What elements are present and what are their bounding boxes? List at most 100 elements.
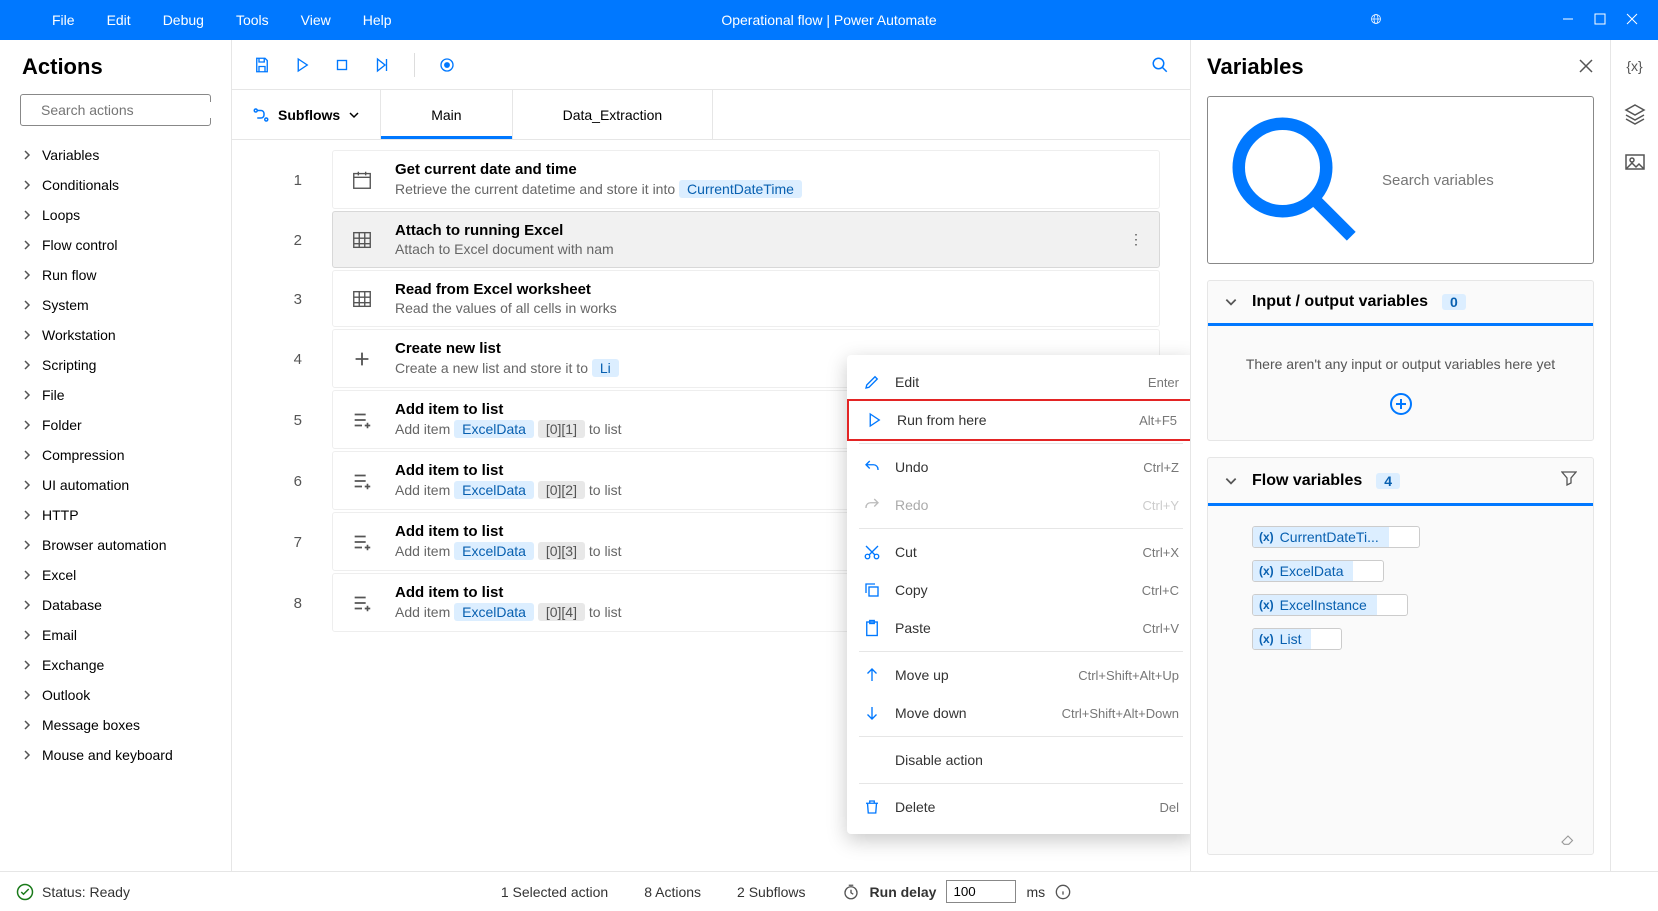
menu-item-run-from-here[interactable]: Run from hereAlt+F5 <box>847 399 1190 441</box>
index-chip: [0][3] <box>538 542 585 560</box>
chevron-right-icon <box>22 450 32 460</box>
menu-view[interactable]: View <box>289 12 343 28</box>
chevron-right-icon <box>22 480 32 490</box>
action-category[interactable]: Message boxes <box>0 710 231 740</box>
tab-main[interactable]: Main <box>380 90 512 139</box>
maximize-button[interactable] <box>1594 12 1606 28</box>
action-category[interactable]: HTTP <box>0 500 231 530</box>
statusbar: Status: Ready 1 Selected action 8 Action… <box>0 871 1658 911</box>
close-variables-button[interactable] <box>1578 58 1594 77</box>
chevron-right-icon <box>22 660 32 670</box>
add-io-variable-button[interactable] <box>1224 392 1577 416</box>
action-category[interactable]: Outlook <box>0 680 231 710</box>
menu-help[interactable]: Help <box>351 12 404 28</box>
flow-variable[interactable]: ExcelInstance <box>1252 594 1408 616</box>
variables-rail-button[interactable]: {x} <box>1623 54 1647 78</box>
action-category[interactable]: Loops <box>0 200 231 230</box>
action-category[interactable]: System <box>0 290 231 320</box>
menu-item-redo: RedoCtrl+Y <box>847 486 1190 524</box>
step-number: 3 <box>232 270 332 329</box>
action-category[interactable]: Conditionals <box>0 170 231 200</box>
menu-item-move-down[interactable]: Move downCtrl+Shift+Alt+Down <box>847 694 1190 732</box>
variables-search-input[interactable] <box>1382 172 1581 189</box>
step-number: 4 <box>232 329 332 390</box>
actions-search-input[interactable] <box>41 102 222 118</box>
menu-file[interactable]: File <box>40 12 87 28</box>
step-card[interactable]: Read from Excel worksheetRead the values… <box>332 270 1160 327</box>
run-button[interactable] <box>286 49 318 81</box>
action-category[interactable]: Flow control <box>0 230 231 260</box>
variable-chip: ExcelData <box>454 542 534 560</box>
menu-item-delete[interactable]: DeleteDel <box>847 788 1190 826</box>
flow-variable[interactable]: ExcelData <box>1252 560 1384 582</box>
action-category[interactable]: File <box>0 380 231 410</box>
io-variables-section: Input / output variables 0 There aren't … <box>1207 280 1594 441</box>
actions-search[interactable] <box>20 94 211 126</box>
window-title: Operational flow | Power Automate <box>721 12 936 28</box>
info-icon[interactable] <box>1055 884 1071 900</box>
action-category[interactable]: Database <box>0 590 231 620</box>
menu-item-copy[interactable]: CopyCtrl+C <box>847 571 1190 609</box>
more-icon[interactable]: ⋮ <box>1129 231 1143 248</box>
chevron-right-icon <box>22 540 32 550</box>
menu-item-paste[interactable]: PasteCtrl+V <box>847 609 1190 647</box>
close-button[interactable] <box>1626 12 1638 28</box>
excel-icon <box>349 286 375 312</box>
variables-panel: Variables Input / output variables 0 The… <box>1190 40 1610 871</box>
menu-item-cut[interactable]: CutCtrl+X <box>847 533 1190 571</box>
action-category[interactable]: Workstation <box>0 320 231 350</box>
titlebar: File Edit Debug Tools View Help Operational f… <box>0 0 1658 40</box>
action-category[interactable]: Variables <box>0 140 231 170</box>
menu-item-move-up[interactable]: Move upCtrl+Shift+Alt+Up <box>847 656 1190 694</box>
action-category[interactable]: UI automation <box>0 470 231 500</box>
action-category[interactable]: Browser automation <box>0 530 231 560</box>
action-category[interactable]: Exchange <box>0 650 231 680</box>
chevron-right-icon <box>22 240 32 250</box>
step-button[interactable] <box>366 49 398 81</box>
menu-tools[interactable]: Tools <box>224 12 281 28</box>
menu-debug[interactable]: Debug <box>151 12 216 28</box>
actions-panel: Actions VariablesConditionalsLoopsFlow c… <box>0 40 232 871</box>
step-card[interactable]: Get current date and timeRetrieve the cu… <box>332 150 1160 209</box>
redo-icon <box>863 496 881 514</box>
layers-rail-button[interactable] <box>1623 102 1647 126</box>
minimize-button[interactable] <box>1562 12 1574 28</box>
actions-count: 8 Actions <box>644 884 701 900</box>
menu-item-undo[interactable]: UndoCtrl+Z <box>847 448 1190 486</box>
step-description: Attach to Excel document with nam <box>395 241 1109 257</box>
menu-item-edit[interactable]: EditEnter <box>847 363 1190 401</box>
action-category[interactable]: Folder <box>0 410 231 440</box>
tab-data_extraction[interactable]: Data_Extraction <box>513 90 714 139</box>
paste-icon <box>863 619 881 637</box>
menu-item-disable-action[interactable]: Disable action <box>847 741 1190 779</box>
action-category[interactable]: Email <box>0 620 231 650</box>
flow-variable[interactable]: List <box>1252 628 1342 650</box>
variables-search[interactable] <box>1207 96 1594 264</box>
globe-icon[interactable] <box>1370 12 1382 28</box>
edit-icon <box>863 373 881 391</box>
clear-button[interactable] <box>1208 830 1593 854</box>
subflows-count: 2 Subflows <box>737 884 805 900</box>
action-category[interactable]: Mouse and keyboard <box>0 740 231 770</box>
step-card[interactable]: Attach to running ExcelAttach to Excel d… <box>332 211 1160 268</box>
record-button[interactable] <box>431 49 463 81</box>
io-variables-header[interactable]: Input / output variables 0 <box>1208 281 1593 326</box>
menu-bar: File Edit Debug Tools View Help <box>0 12 404 28</box>
action-category[interactable]: Excel <box>0 560 231 590</box>
listadd-icon <box>349 590 375 616</box>
flow-variable[interactable]: CurrentDateTi... <box>1252 526 1420 548</box>
run-delay-input[interactable] <box>946 880 1016 903</box>
action-category[interactable]: Compression <box>0 440 231 470</box>
menu-edit[interactable]: Edit <box>95 12 143 28</box>
flow-variables-section: Flow variables 4 CurrentDateTi... ExcelDa… <box>1207 457 1594 855</box>
subflows-dropdown[interactable]: Subflows <box>232 90 380 139</box>
stop-button[interactable] <box>326 49 358 81</box>
window-buttons <box>1370 12 1658 28</box>
filter-button[interactable] <box>1561 470 1577 491</box>
save-button[interactable] <box>246 49 278 81</box>
flow-search-button[interactable] <box>1144 49 1176 81</box>
images-rail-button[interactable] <box>1623 150 1647 174</box>
flow-variables-header[interactable]: Flow variables 4 <box>1208 458 1593 506</box>
action-category[interactable]: Scripting <box>0 350 231 380</box>
action-category[interactable]: Run flow <box>0 260 231 290</box>
